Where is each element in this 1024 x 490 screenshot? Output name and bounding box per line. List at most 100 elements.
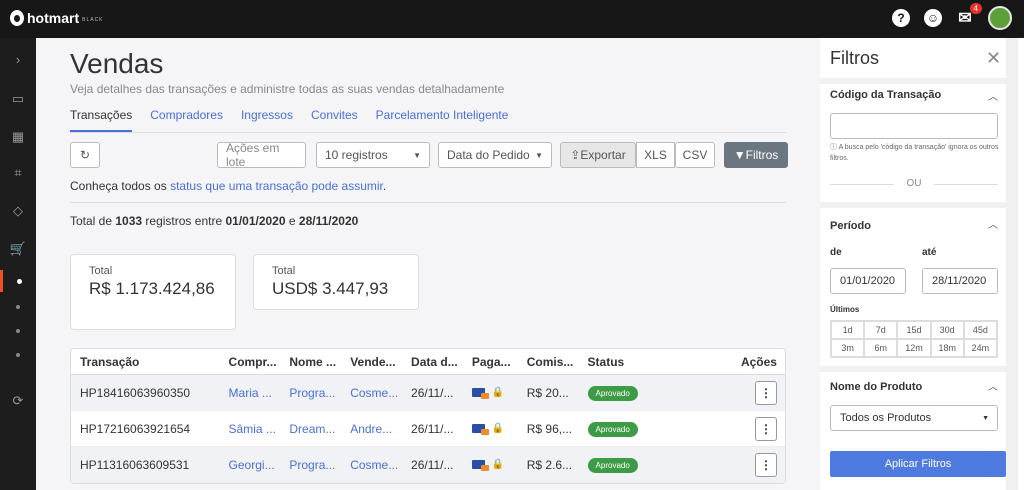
records-value: 10 registros <box>325 148 388 162</box>
product-name-heading: Nome do Produto <box>830 381 923 393</box>
period-option[interactable]: 12m <box>897 339 931 357</box>
section-separator <box>820 202 1006 208</box>
card-label: Total <box>272 265 296 277</box>
from-date-input[interactable]: 01/01/2020 <box>830 268 906 294</box>
product-select[interactable]: Todos os Produtos ▼ <box>830 405 998 431</box>
row-actions-button[interactable]: ⋮ <box>754 380 777 405</box>
filters-button[interactable]: ▼ Filtros <box>724 142 788 168</box>
filter-icon: ▼ <box>733 148 746 162</box>
info-icon: ⓘ <box>830 144 839 151</box>
status-link[interactable]: status que uma transação pode assumir <box>170 179 383 193</box>
chevron-right-icon[interactable]: › <box>0 42 36 76</box>
refresh-button[interactable]: ↻ <box>70 142 100 168</box>
box-icon[interactable]: ◇ <box>0 194 36 228</box>
close-icon[interactable]: ✕ <box>986 48 1001 69</box>
table-row[interactable]: HP18416063960350 Maria ... Progra... Cos… <box>71 375 785 411</box>
page-title: Vendas <box>70 48 164 79</box>
tab-parcelamento[interactable]: Parcelamento Inteligente <box>376 108 509 132</box>
product-select-value: Todos os Produtos <box>840 412 932 424</box>
lock-icon: 🔒 <box>491 458 505 470</box>
period-option[interactable]: 7d <box>864 321 898 339</box>
quick-period-grid: 1d 7d 15d 30d 45d 3m 6m 12m 18m 24m <box>830 320 998 358</box>
tabs: Transações Compradores Ingressos Convite… <box>70 108 508 132</box>
page-subtitle: Veja detalhes das transações e administr… <box>70 82 505 96</box>
to-date-input[interactable]: 28/11/2020 <box>922 268 998 294</box>
card-value: USD$ 3.447,93 <box>272 279 389 298</box>
batch-actions-button[interactable]: Ações em lote <box>217 141 306 169</box>
top-bar: hotmart BLACK ? ☺ ✉ 4 <box>0 0 1024 38</box>
last-label: Últimos <box>830 305 860 314</box>
refresh-icon: ↻ <box>79 148 91 162</box>
hotmart-logo[interactable]: hotmart BLACK <box>10 10 104 26</box>
from-label: de <box>830 247 842 258</box>
period-option[interactable]: 30d <box>930 321 964 339</box>
xls-button[interactable]: XLS <box>636 142 675 168</box>
section-separator <box>820 366 1006 372</box>
sync-icon[interactable]: ⟳ <box>0 384 36 418</box>
period-option[interactable]: 3m <box>831 339 865 357</box>
filters-label: Filtros <box>745 148 779 162</box>
chevron-down-icon: ▼ <box>535 150 543 160</box>
filters-panel: Filtros ✕ Código da Transação ︿ ⓘ A busc… <box>820 38 1024 490</box>
credit-card-icon: 🔒 <box>471 423 504 435</box>
transaction-code-heading: Código da Transação <box>830 89 942 101</box>
credit-card-icon: 🔒 <box>471 458 505 471</box>
cart-icon[interactable]: 🛒 <box>0 232 36 266</box>
card-label: Total <box>89 265 113 277</box>
period-option[interactable]: 18m <box>930 339 964 357</box>
period-option[interactable]: 45d <box>963 321 997 339</box>
user-avatar[interactable] <box>988 6 1012 30</box>
period-option[interactable]: 24m <box>963 339 997 357</box>
grid-icon[interactable]: ▦ <box>0 120 36 154</box>
table-row[interactable]: HP17216063921654 Sâmia ... Dream... Andr… <box>71 411 785 447</box>
sidebar-subitem-2[interactable] <box>0 296 36 318</box>
tab-transacoes[interactable]: Transações <box>70 108 133 132</box>
total-brl-card: Total R$ 1.173.424,86 <box>70 254 236 330</box>
row-actions-button[interactable]: ⋮ <box>754 452 777 477</box>
table-row[interactable]: HP11316063609531 Georgi... Progra... Cos… <box>71 447 785 483</box>
transaction-code-note: ⓘ A busca pelo 'código da transação' ign… <box>830 144 999 162</box>
divider <box>70 202 786 203</box>
status-badge: Aprovado <box>587 457 638 473</box>
help-icon[interactable]: ? <box>892 9 910 27</box>
panel-scrollbar[interactable] <box>1006 38 1018 490</box>
status-info: Conheça todos os status que uma transaçã… <box>70 179 387 193</box>
chevron-down-icon: ▼ <box>413 150 421 160</box>
period-option[interactable]: 15d <box>897 321 931 339</box>
period-option[interactable]: 1d <box>831 321 865 339</box>
support-icon[interactable]: ☺ <box>924 9 942 27</box>
sidebar-subitem-1[interactable] <box>0 270 36 292</box>
card-value: R$ 1.173.424,86 <box>89 279 215 298</box>
chevron-up-icon[interactable]: ︿ <box>988 88 998 103</box>
dashboard-icon[interactable]: ▭ <box>0 82 36 116</box>
sidebar-subitem-4[interactable] <box>0 344 36 366</box>
table-header: Transação Compr... Nome ... Vende... Dat… <box>71 349 785 375</box>
main-content: Vendas Veja detalhes das transações e ad… <box>36 38 820 490</box>
scan-icon[interactable]: ⌗ <box>0 156 36 190</box>
chevron-up-icon[interactable]: ︿ <box>988 378 998 393</box>
csv-button[interactable]: CSV <box>675 142 715 168</box>
tab-compradores[interactable]: Compradores <box>150 108 223 132</box>
period-option[interactable]: 6m <box>864 339 898 357</box>
tab-ingressos[interactable]: Ingressos <box>241 108 293 132</box>
chevron-up-icon[interactable]: ︿ <box>988 216 998 231</box>
to-label: até <box>922 247 937 258</box>
apply-filters-button[interactable]: Aplicar Filtros <box>830 451 1006 477</box>
brand-name: hotmart <box>27 10 80 26</box>
records-select[interactable]: 10 registros ▼ <box>316 142 430 168</box>
transaction-code-input[interactable] <box>830 113 998 139</box>
or-divider: OU <box>830 178 998 189</box>
notification-badge: 4 <box>969 3 982 14</box>
export-button[interactable]: ⇪ Exportar <box>560 142 636 168</box>
panel-title: Filtros <box>830 48 879 68</box>
tab-convites[interactable]: Convites <box>311 108 358 132</box>
hotmart-flame-icon <box>10 10 24 26</box>
notifications-icon[interactable]: ✉ 4 <box>956 3 982 27</box>
brand-tier: BLACK <box>82 17 104 23</box>
sidebar-subitem-3[interactable] <box>0 320 36 342</box>
row-actions-button[interactable]: ⋮ <box>754 416 777 441</box>
section-separator <box>820 78 1006 84</box>
date-field-select[interactable]: Data do Pedido ▼ <box>438 142 552 168</box>
status-badge: Aprovado <box>587 385 638 401</box>
total-records-line: Total de 1033 registros entre 01/01/2020… <box>70 214 359 228</box>
